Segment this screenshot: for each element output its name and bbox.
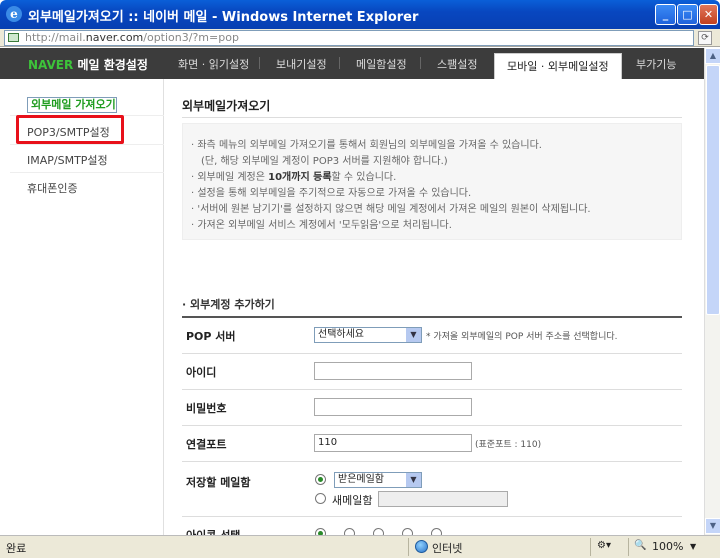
tab-send[interactable]: 보내기설정 — [276, 56, 327, 72]
sidebar-item-external-mail[interactable]: 외부메일 가져오기 — [27, 97, 117, 113]
scroll-down-icon[interactable]: ▼ — [705, 518, 720, 534]
id-row: 아이디 — [182, 354, 682, 390]
sidebar-item-imap-smtp[interactable]: IMAP/SMTP설정 — [27, 152, 108, 168]
chevron-down-icon: ▼ — [406, 473, 421, 487]
tab-divider — [259, 57, 260, 69]
icon-radio[interactable] — [402, 528, 413, 535]
compatibility-view-icon[interactable]: ⟳ — [698, 31, 712, 45]
info-box: · 좌측 메뉴의 외부메일 가져오기를 통해서 회원님의 외부메일을 가져올 수… — [182, 123, 682, 240]
sidebar: 외부메일 가져오기 POP3/SMTP설정 IMAP/SMTP설정 휴대폰인증 — [0, 79, 164, 535]
page-title: 외부메일가져오기 — [182, 99, 271, 113]
status-bar: 완료 인터넷 ⚙▾ 🔍 100% ▼ — [0, 535, 720, 558]
info-line: · 좌측 메뉴의 외부메일 가져오기를 통해서 회원님의 외부메일을 가져올 수… — [191, 140, 542, 151]
scroll-thumb[interactable] — [706, 65, 720, 315]
zoom-icon[interactable]: 🔍 — [634, 540, 646, 551]
minimize-button[interactable]: _ — [655, 4, 676, 25]
mailbox-row: 저장할 메일함 받은메일함 ▼ 새메일함 — [182, 462, 682, 517]
tab-extras[interactable]: 부가기능 — [636, 56, 676, 72]
vertical-scrollbar[interactable]: ▲ ▼ — [704, 48, 720, 535]
naver-logo[interactable]: NAVER — [28, 58, 73, 72]
icon-radio[interactable] — [315, 528, 326, 535]
chevron-down-icon[interactable]: ▼ — [690, 542, 696, 551]
brand: NAVER 메일 환경설정 — [28, 56, 148, 73]
status-text: 완료 — [6, 542, 27, 555]
icon-select-label: 아이콘 선택 — [186, 527, 240, 535]
scroll-up-icon[interactable]: ▲ — [705, 48, 720, 64]
icon-radio[interactable] — [373, 528, 384, 535]
address-input[interactable]: http://mail.naver.com/option3/?m=pop — [4, 30, 694, 46]
tab-mobile-external[interactable]: 모바일 · 외부메일설정 — [494, 53, 622, 79]
pop-server-row: POP 서버 선택하세요 ▼ * 가져올 외부메일의 POP 서버 주소를 선택합… — [182, 318, 682, 354]
id-label: 아이디 — [186, 366, 217, 379]
mailbox-label: 저장할 메일함 — [186, 476, 251, 489]
tab-divider — [420, 57, 421, 69]
port-input[interactable]: 110 — [314, 434, 472, 452]
page-content: NAVER 메일 환경설정 화면 · 읽기설정 보내기설정 메일함설정 스팸설정… — [0, 48, 704, 535]
mailbox-new-radio[interactable] — [315, 493, 326, 504]
zoom-level[interactable]: 100% — [652, 540, 683, 553]
divider — [182, 117, 682, 118]
maximize-button[interactable]: □ — [677, 4, 698, 25]
port-hint: (표준포트 : 110) — [475, 440, 542, 450]
security-zone: 인터넷 — [432, 542, 463, 555]
port-row: 연결포트 110 (표준포트 : 110) — [182, 426, 682, 462]
icon-row: 아이콘 선택 — [182, 517, 682, 535]
info-line: · 외부메일 계정은 10개까지 등록할 수 있습니다. — [191, 172, 397, 183]
close-button[interactable]: ✕ — [699, 4, 718, 25]
tab-mailbox[interactable]: 메일함설정 — [356, 56, 407, 72]
password-row: 비밀번호 — [182, 390, 682, 426]
pop-server-select[interactable]: 선택하세요 ▼ — [314, 327, 422, 343]
brand-title: 메일 환경설정 — [77, 58, 148, 72]
tab-divider — [339, 57, 340, 69]
mailbox-select[interactable]: 받은메일함 ▼ — [334, 472, 422, 488]
tab-display-read[interactable]: 화면 · 읽기설정 — [178, 56, 249, 72]
highlight-box — [16, 115, 124, 144]
protected-mode-icon[interactable]: ⚙▾ — [597, 540, 611, 551]
info-line: · '서버에 원본 남기기'를 설정하지 않으면 해당 메일 계정에서 가져온 … — [191, 204, 591, 215]
new-mailbox-input[interactable] — [378, 491, 508, 507]
divider — [10, 172, 164, 173]
divider — [10, 144, 164, 145]
page-icon — [8, 33, 19, 42]
pop-server-hint: * 가져올 외부메일의 POP 서버 주소를 선택합니다. — [426, 332, 618, 342]
settings-navbar: NAVER 메일 환경설정 화면 · 읽기설정 보내기설정 메일함설정 스팸설정… — [0, 48, 704, 79]
new-mailbox-label: 새메일함 — [332, 494, 373, 507]
sidebar-item-phone-auth[interactable]: 휴대폰인증 — [27, 180, 78, 196]
divider — [628, 538, 629, 556]
pop-server-label: POP 서버 — [186, 330, 236, 343]
section-title: · 외부계정 추가하기 — [182, 298, 275, 311]
mailbox-existing-radio[interactable] — [315, 474, 326, 485]
globe-icon — [415, 540, 428, 553]
password-input[interactable] — [314, 398, 472, 416]
window-titlebar: e 외부메일가져오기 :: 네이버 메일 - Windows Internet … — [0, 0, 720, 29]
address-bar: http://mail.naver.com/option3/?m=pop ⟳ — [0, 29, 720, 47]
password-label: 비밀번호 — [186, 402, 227, 415]
chevron-down-icon: ▼ — [406, 328, 421, 342]
port-label: 연결포트 — [186, 438, 227, 451]
icon-radio[interactable] — [431, 528, 442, 535]
divider — [408, 538, 409, 556]
info-line: (단, 해당 외부메일 계정이 POP3 서버를 지원해야 합니다.) — [201, 156, 448, 167]
ie-logo-icon: e — [6, 6, 22, 22]
info-line: · 설정을 통해 외부메일을 주기적으로 자동으로 가져올 수 있습니다. — [191, 188, 472, 199]
info-line: · 가져온 외부메일 서비스 계정에서 '모두읽음'으로 처리됩니다. — [191, 220, 452, 231]
divider — [590, 538, 591, 556]
window-title: 외부메일가져오기 :: 네이버 메일 - Windows Internet Ex… — [28, 10, 419, 25]
id-input[interactable] — [314, 362, 472, 380]
icon-radio[interactable] — [344, 528, 355, 535]
tab-spam[interactable]: 스팸설정 — [437, 56, 477, 72]
